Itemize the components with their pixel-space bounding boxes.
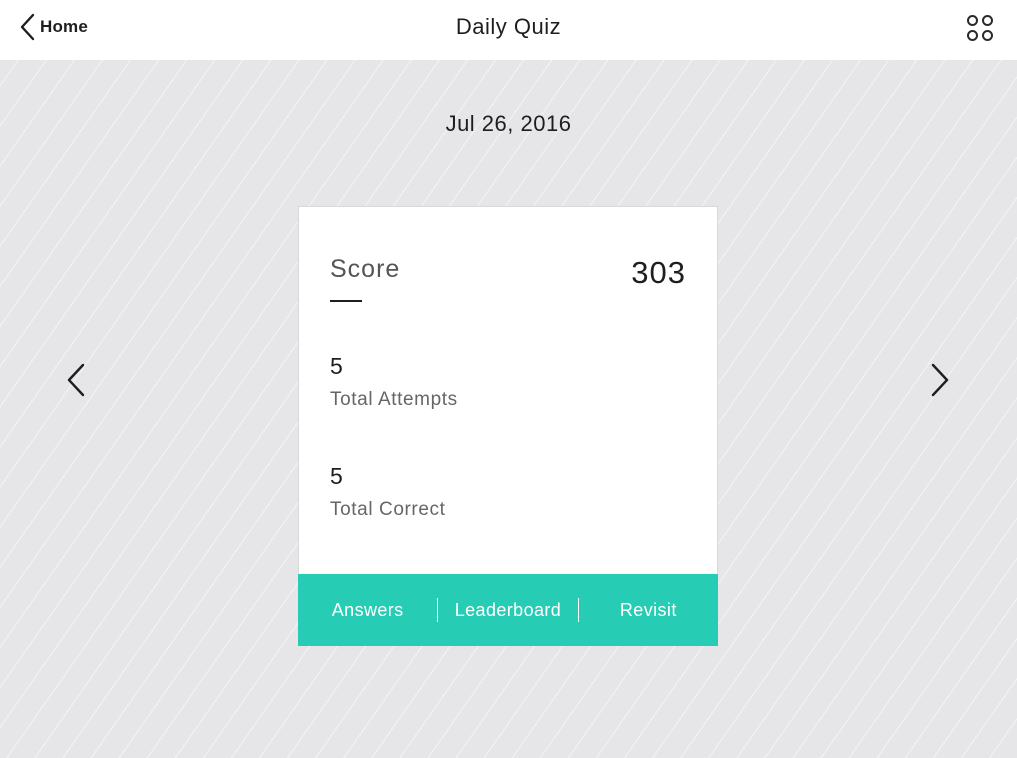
quiz-result-card: Score 303 5 Total Attempts 5 Total Corre… [298, 206, 718, 646]
next-day-button[interactable] [928, 362, 952, 398]
page-title: Daily Quiz [455, 14, 562, 39]
grid-icon [982, 15, 993, 26]
answers-button[interactable]: Answers [298, 598, 437, 622]
total-correct-value: 5 [330, 463, 343, 489]
chevron-left-icon [67, 363, 85, 397]
total-attempts-label: Total Attempts [330, 389, 458, 410]
chevron-right-icon [931, 363, 949, 397]
revisit-button[interactable]: Revisit [579, 598, 718, 622]
score-label: Score [330, 255, 401, 283]
grid-menu-button[interactable] [967, 15, 993, 41]
leaderboard-button[interactable]: Leaderboard [438, 598, 577, 622]
total-correct-label: Total Correct [330, 499, 446, 520]
card-action-bar: Answers Leaderboard Revisit [298, 574, 718, 646]
top-bar: Home Daily Quiz [0, 0, 1017, 60]
grid-icon [982, 30, 993, 41]
score-value: 303 [631, 255, 686, 290]
grid-icon [967, 30, 978, 41]
total-attempts-value: 5 [330, 353, 343, 379]
grid-icon [967, 15, 978, 26]
quiz-date: Jul 26, 2016 [445, 111, 572, 136]
score-underline [330, 300, 362, 302]
previous-day-button[interactable] [64, 362, 88, 398]
